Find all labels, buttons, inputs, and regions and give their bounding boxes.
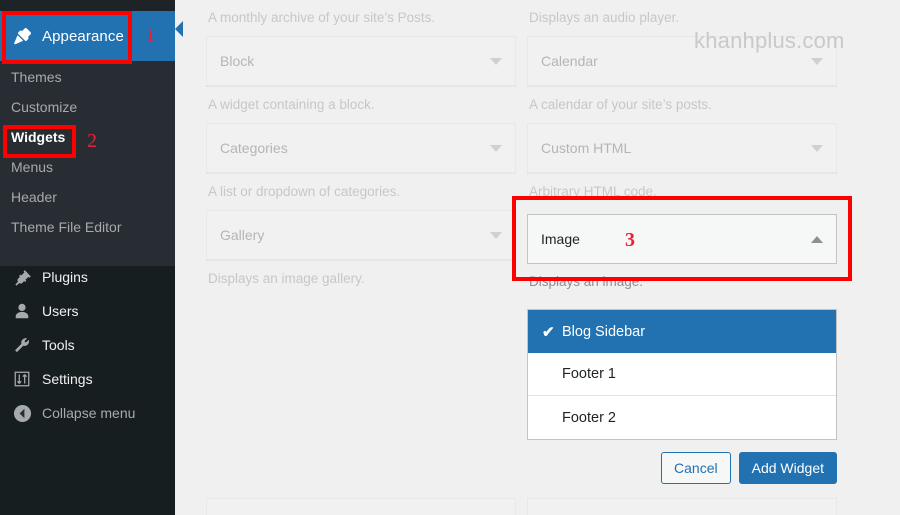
chooser-actions: Cancel Add Widget — [527, 452, 837, 484]
sidebar-item-tools[interactable]: Tools — [0, 328, 175, 362]
widget-title-calendar: Calendar — [541, 53, 598, 69]
widget-card-custom-html[interactable]: Custom HTML Arbitrary HTML code. — [527, 123, 837, 210]
submenu-item-theme-file-editor-label: Theme File Editor — [11, 219, 122, 235]
submenu-item-header[interactable]: Header — [0, 182, 175, 212]
widget-description-categories: A list or dropdown of categories. — [208, 184, 401, 199]
sidebar-main-menu: Plugins Users Tools Settings Collapse me… — [0, 260, 175, 430]
sidebar-item-users-label: Users — [42, 303, 79, 319]
appearance-brush-icon — [11, 25, 33, 47]
sliders-icon — [11, 368, 33, 390]
submenu-item-customize-label: Customize — [11, 99, 78, 115]
widget-description-block: A widget containing a block. — [208, 97, 375, 112]
widget-header-image[interactable]: Image — [527, 214, 837, 264]
available-widgets-column-left: A monthly archive of your site’s Posts. … — [206, 0, 516, 297]
sidebar-active-arrow-icon — [175, 21, 183, 37]
widget-description-gallery: Displays an image gallery. — [208, 271, 365, 286]
sidebar-item-settings-label: Settings — [42, 371, 93, 387]
sidebar-item-appearance-label: Appearance — [42, 27, 124, 45]
widget-description-archives: A monthly archive of your site’s Posts. — [208, 10, 436, 25]
watermark: khanhplus.com — [694, 28, 845, 53]
sidebar-item-plugins[interactable]: Plugins — [0, 260, 175, 294]
user-icon — [11, 300, 33, 322]
submenu-item-themes-label: Themes — [11, 69, 62, 85]
widget-card-image[interactable]: Image Displays an image. — [527, 214, 837, 298]
chooser-option-footer-1-label: Footer 1 — [562, 366, 616, 382]
sidebar-item-appearance[interactable]: Appearance 1 — [0, 11, 175, 61]
widget-card-categories[interactable]: Categories A list or dropdown of categor… — [206, 123, 516, 210]
collapse-arrow-icon — [11, 402, 33, 424]
widget-card-partial-right[interactable] — [527, 498, 837, 515]
widget-card-partial-left[interactable] — [206, 498, 516, 515]
widget-title-gallery: Gallery — [220, 227, 265, 243]
chooser-option-blog-sidebar[interactable]: ✔ Blog Sidebar — [528, 310, 836, 353]
sidebar-item-collapse-menu[interactable]: Collapse menu — [0, 396, 175, 430]
annotation-number-1: 1 — [145, 26, 155, 45]
widgets-page-content: A monthly archive of your site’s Posts. … — [175, 0, 900, 515]
chevron-down-icon — [490, 58, 502, 65]
submenu-item-menus-label: Menus — [11, 159, 54, 175]
admin-sidebar: Appearance 1 Themes Customize Widgets Me… — [0, 0, 183, 515]
widget-title-categories: Categories — [220, 140, 288, 156]
submenu-item-themes[interactable]: Themes — [0, 62, 175, 92]
widget-card-gallery[interactable]: Gallery Displays an image gallery. — [206, 210, 516, 297]
widget-description-custom-html: Arbitrary HTML code. — [529, 184, 657, 199]
annotation-number-2: 2 — [87, 130, 97, 152]
chooser-option-blog-sidebar-label: Blog Sidebar — [562, 323, 646, 340]
widget-card-block[interactable]: Block A widget containing a block. — [206, 36, 516, 123]
widget-description-calendar: A calendar of your site’s posts. — [529, 97, 712, 112]
submenu-item-customize[interactable]: Customize — [0, 92, 175, 122]
widget-sidebar-chooser[interactable]: ✔ Blog Sidebar Footer 1 Footer 2 — [527, 309, 837, 440]
sidebar-item-users[interactable]: Users — [0, 294, 175, 328]
wrench-icon — [11, 334, 33, 356]
sidebar-item-collapse-menu-label: Collapse menu — [42, 405, 136, 421]
plugin-icon — [11, 266, 33, 288]
chevron-down-icon — [490, 145, 502, 152]
widget-header-categories[interactable]: Categories — [206, 123, 516, 173]
widget-description-image: Displays an image. — [529, 274, 644, 289]
widget-title-block: Block — [220, 53, 255, 69]
submenu-item-widgets-label: Widgets — [11, 129, 66, 145]
widget-header-gallery[interactable]: Gallery — [206, 210, 516, 260]
chevron-down-icon — [490, 232, 502, 239]
chooser-option-footer-2[interactable]: Footer 2 — [528, 396, 836, 439]
sidebar-item-plugins-label: Plugins — [42, 269, 88, 285]
chevron-up-icon — [811, 236, 823, 243]
widget-header-block[interactable]: Block — [206, 36, 516, 86]
widget-title-custom-html: Custom HTML — [541, 140, 632, 156]
widget-header-custom-html[interactable]: Custom HTML — [527, 123, 837, 173]
submenu-item-menus[interactable]: Menus — [0, 152, 175, 182]
chevron-down-icon — [811, 145, 823, 152]
cancel-button[interactable]: Cancel — [661, 452, 731, 484]
sidebar-top-strip — [0, 0, 175, 11]
widget-title-image: Image — [541, 231, 580, 247]
chooser-option-footer-1[interactable]: Footer 1 — [528, 353, 836, 396]
sidebar-item-settings[interactable]: Settings — [0, 362, 175, 396]
chevron-down-icon — [811, 58, 823, 65]
check-icon: ✔ — [542, 323, 555, 341]
annotation-number-3: 3 — [625, 229, 635, 251]
submenu-item-theme-file-editor[interactable]: Theme File Editor — [0, 212, 175, 242]
sidebar-item-tools-label: Tools — [42, 337, 75, 353]
chooser-option-footer-2-label: Footer 2 — [562, 409, 616, 426]
add-widget-button[interactable]: Add Widget — [738, 452, 837, 484]
submenu-item-header-label: Header — [11, 189, 57, 205]
